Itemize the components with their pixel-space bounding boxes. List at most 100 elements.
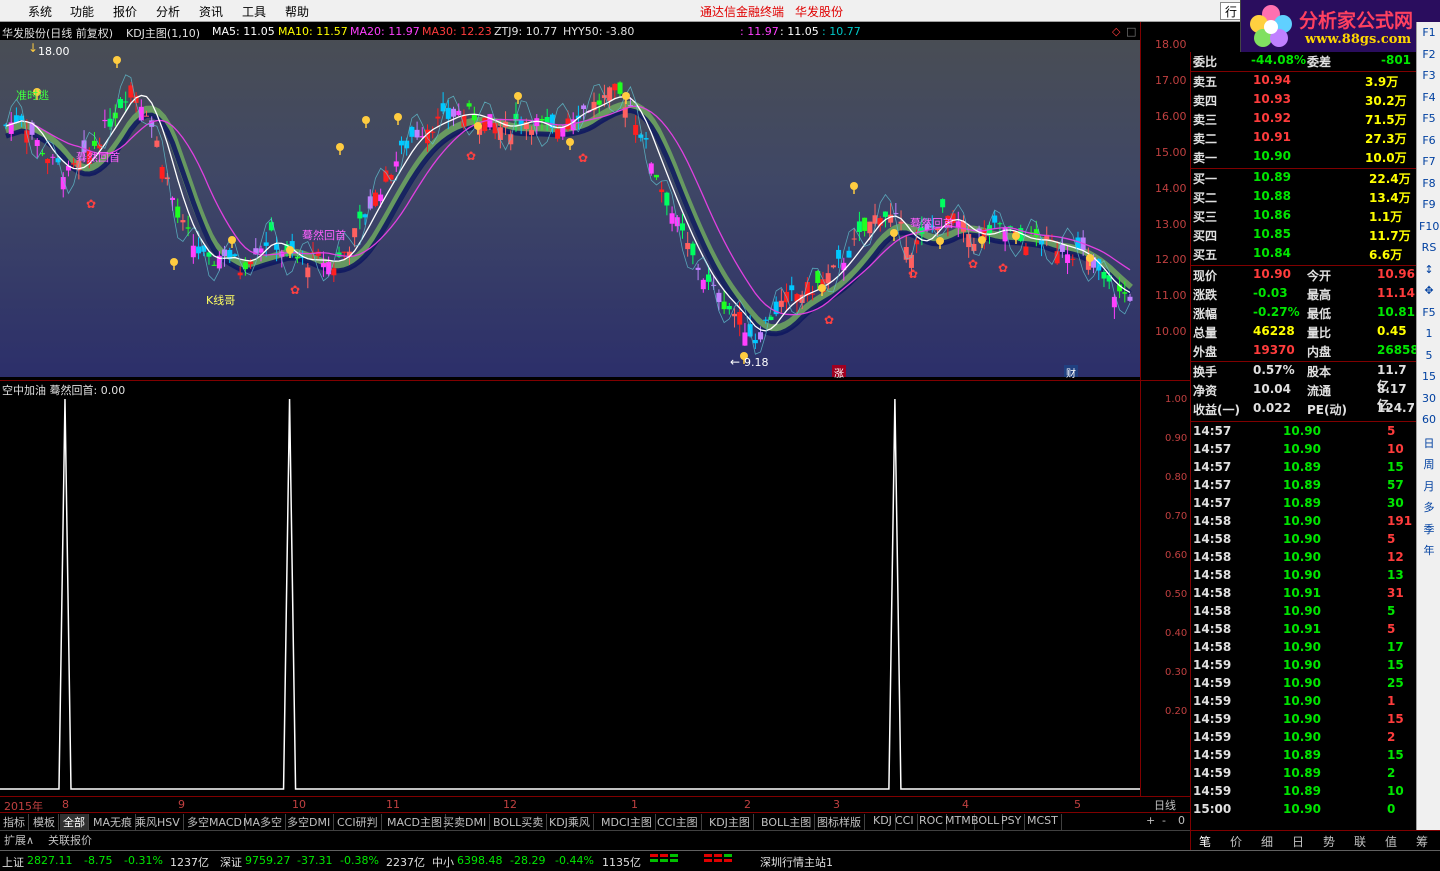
toolbar-button[interactable]: 多 [1419, 499, 1439, 517]
indicator-tab[interactable]: MDCI主图 [598, 814, 656, 830]
period-label[interactable]: 日线 [1140, 796, 1190, 812]
quote-tab[interactable]: 势 [1323, 833, 1335, 850]
toolbar-button[interactable]: F10 [1419, 220, 1439, 238]
indicator-tab[interactable]: CCI研判 [334, 814, 382, 830]
toolbar-button[interactable]: 5 [1419, 349, 1439, 367]
indicator-tab[interactable]: MA无痕 [90, 814, 137, 830]
escape-annotation: 准时逃 [16, 89, 49, 102]
toolbar-button[interactable]: F1 [1419, 26, 1439, 44]
quote-tab[interactable]: 筹 [1416, 833, 1428, 850]
toolbar-button[interactable]: 日 [1419, 435, 1439, 453]
indicator-tab[interactable]: 多空MACD [184, 814, 246, 830]
indicator-tab[interactable]: MA多空 [240, 814, 287, 830]
tick-volume: 31 [1387, 586, 1404, 600]
sub-indicator-chart[interactable]: 空中加油 蓦然回首: 0.00 [0, 380, 1140, 796]
candle-body [50, 156, 56, 158]
indicator-tab[interactable]: 指标 [0, 814, 29, 830]
menu-item-info[interactable]: 资讯 [199, 3, 223, 20]
toolbar-button[interactable]: 60 [1419, 413, 1439, 431]
indicator-tab[interactable]: 买卖DMI [440, 814, 491, 830]
rise-marker[interactable]: 涨 [832, 365, 846, 380]
expand-button[interactable]: 扩展∧ [4, 832, 34, 848]
stat-value: 0.45 [1377, 324, 1407, 338]
tick-row: 14:59 10.90 1 [1191, 693, 1417, 712]
quote-tab[interactable]: 细 [1261, 833, 1273, 850]
menu-item-system[interactable]: 系统 [28, 3, 52, 20]
indicator-tab[interactable]: MACD主图 [384, 814, 446, 830]
restore-icon[interactable]: □ [1126, 25, 1136, 38]
menu-item-help[interactable]: 帮助 [285, 3, 309, 20]
toolbar-button[interactable]: 1 [1419, 327, 1439, 345]
indicator-tab[interactable]: 图标样版 [814, 814, 865, 830]
indicator-tab[interactable]: CCI [892, 814, 918, 830]
indicator-tab[interactable]: CCI主图 [654, 814, 702, 830]
candle-body [341, 251, 347, 253]
toolbar-button[interactable]: 周 [1419, 456, 1439, 474]
toolbar-button[interactable]: F3 [1419, 69, 1439, 87]
fund-value: 10.04 [1253, 382, 1291, 396]
menu-item-quote[interactable]: 报价 [113, 3, 137, 20]
tick-price: 10.90 [1283, 532, 1321, 546]
indicator-tab[interactable]: BOLL主图 [758, 814, 816, 830]
toolbar-button[interactable]: 15 [1419, 370, 1439, 388]
sell-row: 卖二 10.91 27.3万 [1191, 129, 1417, 148]
menu-item-analysis[interactable]: 分析 [156, 3, 180, 20]
indicator-tab[interactable]: 多空DMI [284, 814, 335, 830]
indicator-tab[interactable]: BOLL买卖 [490, 814, 548, 830]
weibi-row: 委比 -44.08% 委差 -801 [1191, 52, 1417, 71]
main-kline-chart[interactable]: 华发股份(日线 前复权) KDJ主图(1,10) MA5: 11.05 MA10… [0, 22, 1140, 380]
quote-tab[interactable]: 笔 [1199, 833, 1211, 850]
butterfly-icon: ✿ [466, 149, 476, 163]
reset-button[interactable]: 0 [1178, 814, 1185, 827]
fund-row: 净资 10.04 流通 8.17亿 [1191, 381, 1417, 412]
indicator-tab[interactable]: PSY [998, 814, 1026, 830]
toolbar-button[interactable]: F7 [1419, 155, 1439, 173]
menu-item-tools[interactable]: 工具 [242, 3, 266, 20]
candle-body [388, 174, 394, 180]
toolbar-button[interactable]: 月 [1419, 478, 1439, 496]
app-window: 系统 功能 报价 分析 资讯 工具 帮助 通达信金融终端 华发股份 行 分析家公… [0, 0, 1440, 871]
toolbar-button[interactable]: F4 [1419, 91, 1439, 109]
indicator-tab[interactable]: KDJ乘风 [546, 814, 594, 830]
sz-index-label[interactable]: 深证 [220, 854, 242, 870]
diamond-icon[interactable]: ◇ [1112, 25, 1120, 38]
menu-item-function[interactable]: 功能 [70, 3, 94, 20]
toolbar-button[interactable]: F6 [1419, 134, 1439, 152]
toolbar-button[interactable]: RS [1419, 241, 1439, 259]
candle-body [752, 339, 758, 344]
toolbar-button[interactable]: F2 [1419, 48, 1439, 66]
zoom-out-button[interactable]: - [1162, 814, 1166, 827]
indicator-tab[interactable]: 模板 [30, 814, 59, 830]
candle-body [695, 267, 701, 270]
finance-marker[interactable]: 财 [1064, 365, 1078, 380]
toolbar-button[interactable]: F5 [1419, 306, 1439, 324]
candle-body [331, 268, 337, 276]
zx-index-label[interactable]: 中小 [432, 854, 454, 870]
zoom-in-button[interactable]: + [1146, 814, 1155, 827]
quote-tab[interactable]: 值 [1385, 833, 1397, 850]
toolbar-button[interactable]: 季 [1419, 521, 1439, 539]
sh-index-label[interactable]: 上证 [2, 854, 24, 870]
candle-body [175, 206, 181, 218]
toolbar-button[interactable]: F8 [1419, 177, 1439, 195]
quote-tab[interactable]: 日 [1292, 833, 1304, 850]
toolbar-button[interactable]: 年 [1419, 542, 1439, 560]
indicator-tab[interactable]: 全部 [60, 814, 89, 830]
indicator-tab[interactable]: MCST [1024, 814, 1062, 830]
server-name[interactable]: 深圳行情主站1 [760, 854, 833, 870]
toolbar-button[interactable]: F9 [1419, 198, 1439, 216]
quote-tab[interactable]: 价 [1230, 833, 1242, 850]
toolbar-button[interactable]: F5 [1419, 112, 1439, 130]
tick-price: 10.90 [1283, 730, 1321, 744]
indicator-tab[interactable]: 乘风HSV [132, 814, 184, 830]
related-quote-button[interactable]: 关联报价 [48, 832, 92, 848]
sz-index-pct: -0.38% [340, 854, 379, 867]
trade-button[interactable]: 行 [1220, 2, 1242, 20]
candle-body [393, 161, 399, 167]
toolbar-button[interactable]: 30 [1419, 392, 1439, 410]
toolbar-button[interactable]: ✥ [1419, 284, 1439, 302]
indicator-tab[interactable]: KDJ主图 [706, 814, 754, 830]
buy-volume: 22.4万 [1369, 172, 1411, 186]
quote-tab[interactable]: 联 [1354, 833, 1366, 850]
toolbar-button[interactable]: ↕ [1419, 263, 1439, 281]
